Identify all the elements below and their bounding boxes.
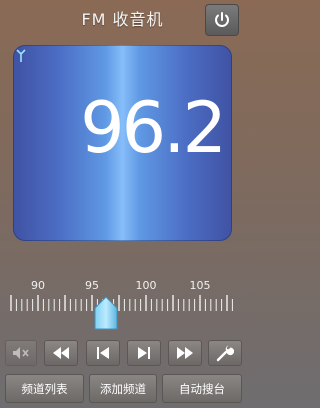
tuner-ticks[interactable] (0, 294, 245, 312)
seek-back-button[interactable] (44, 340, 78, 366)
power-button[interactable] (205, 4, 239, 36)
mute-icon (13, 347, 29, 359)
fast-forward-icon (177, 347, 193, 359)
scale-label: 95 (85, 279, 99, 292)
scale-label: 105 (189, 279, 211, 292)
wrench-icon (216, 345, 234, 362)
playback-controls (0, 340, 245, 366)
power-icon (215, 12, 229, 27)
scale-label: 100 (135, 279, 157, 292)
add-channel-button[interactable]: 添加频道 (89, 374, 157, 403)
bottom-actions: 频道列表 添加频道 自动搜台 (0, 374, 245, 403)
tuner-needle[interactable] (93, 296, 119, 330)
next-station-button[interactable] (127, 340, 161, 366)
fast-rewind-icon (53, 347, 69, 359)
tuner-scale-labels: 90 95 100 105 (0, 279, 245, 293)
antenna-icon (16, 49, 26, 62)
seek-forward-button[interactable] (168, 340, 202, 366)
mute-button[interactable] (5, 340, 37, 366)
frequency-display: 96.2 (13, 45, 232, 241)
auto-search-button[interactable]: 自动搜台 (162, 374, 242, 403)
previous-station-button[interactable] (86, 340, 120, 366)
scale-label: 90 (31, 279, 45, 292)
skip-previous-icon (97, 347, 109, 359)
channel-list-button[interactable]: 频道列表 (5, 374, 84, 403)
settings-button[interactable] (208, 340, 242, 366)
frequency-value: 96.2 (80, 87, 227, 169)
skip-next-icon (138, 347, 150, 359)
